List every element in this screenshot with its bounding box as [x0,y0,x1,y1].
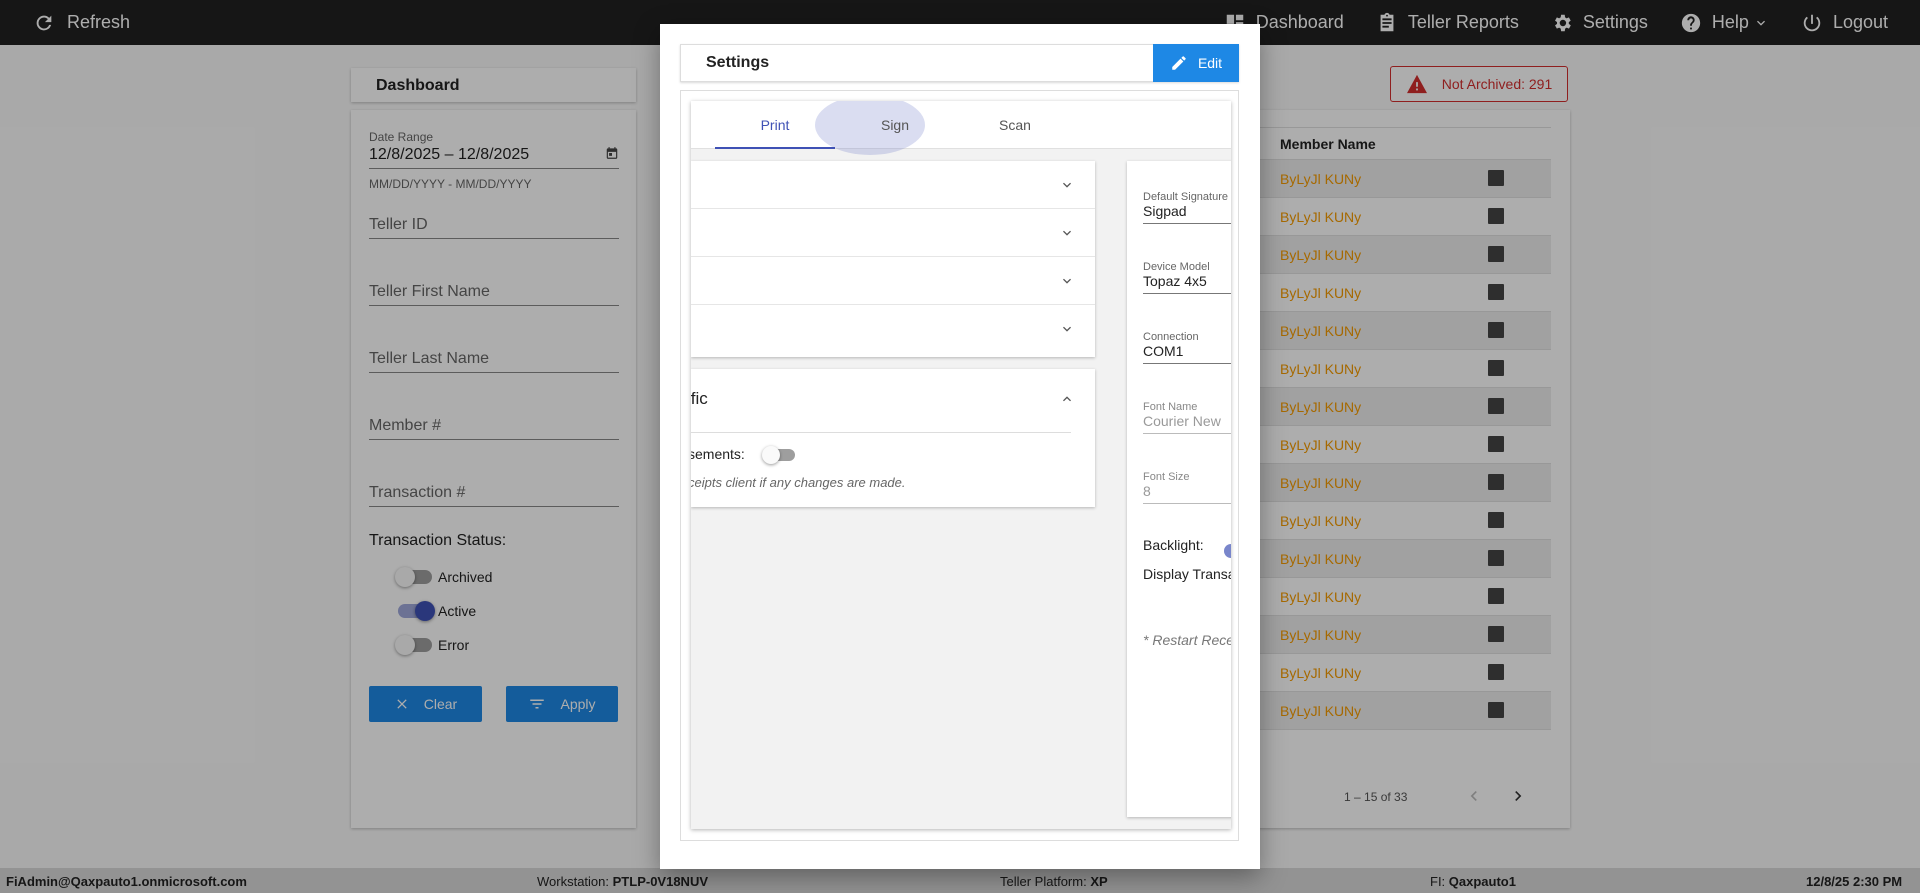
font-size-value: 8 [1143,483,1231,504]
print-accordion-group [691,161,1095,357]
tab-print[interactable]: Print [715,101,835,149]
default-signature-value: Sigpad [1143,203,1231,224]
font-size-label: Font Size [1143,471,1190,483]
connection-field[interactable]: Connection COM1 [1143,331,1231,364]
specific-settings-accordion: ific sements: ceipts client if any chang… [691,369,1095,507]
settings-dialog: Settings Edit Print Sign Scan fic sement… [660,24,1260,869]
font-size-field: Font Size 8 [1143,471,1231,504]
pencil-icon [1172,56,1186,70]
font-name-label: Font Name [1143,401,1198,413]
chevron-up-icon[interactable] [1059,391,1075,407]
settings-header: Settings Edit [680,44,1239,82]
backlight-toggle[interactable] [1224,544,1231,558]
device-tabs: Print Sign Scan [691,101,1231,155]
accordion-row[interactable] [691,257,1095,305]
settings-title: Settings [706,54,770,71]
chevron-down-icon [1063,278,1071,284]
restart-note: * Restart Rece [1143,632,1231,648]
accordion-row[interactable] [691,161,1095,209]
sign-settings-card: Default Signature D Sigpad Device Model … [1127,161,1231,817]
edit-button[interactable]: Edit [1153,44,1239,82]
chevron-down-icon [1063,230,1071,236]
device-model-value: Topaz 4x5 [1143,273,1231,294]
tab-indicator [715,147,835,149]
chevron-down-icon [1063,326,1071,332]
endorsements-toggle[interactable] [762,446,795,464]
device-model-label: Device Model [1143,261,1210,273]
divider [691,432,1071,433]
device-settings-panel: Print Sign Scan ific [691,101,1231,829]
tab-scan[interactable]: Scan [955,101,1075,149]
connection-label: Connection [1143,331,1199,343]
edit-label: Edit [1197,55,1223,71]
settings-body: Print Sign Scan ific [680,90,1239,841]
chevron-down-icon [1063,182,1071,188]
font-name-value: Courier New [1143,413,1231,434]
device-model-field[interactable]: Device Model Topaz 4x5 [1143,261,1231,294]
tab-sign[interactable]: Sign [835,101,955,149]
accordion-row[interactable] [691,305,1095,353]
restart-hint: ceipts client if any changes are made. [691,475,906,490]
display-transaction-label: Display Transa [1143,566,1231,582]
connection-value: COM1 [1143,343,1231,364]
accordion-row[interactable] [691,209,1095,257]
font-name-field: Font Name Courier New [1143,401,1231,434]
accordion-title[interactable]: ific [691,389,708,409]
default-signature-label: Default Signature D [1143,191,1231,203]
endorsements-label: sements: [691,446,745,462]
default-signature-field[interactable]: Default Signature D Sigpad [1143,191,1231,224]
backlight-label: Backlight: [1143,537,1204,553]
